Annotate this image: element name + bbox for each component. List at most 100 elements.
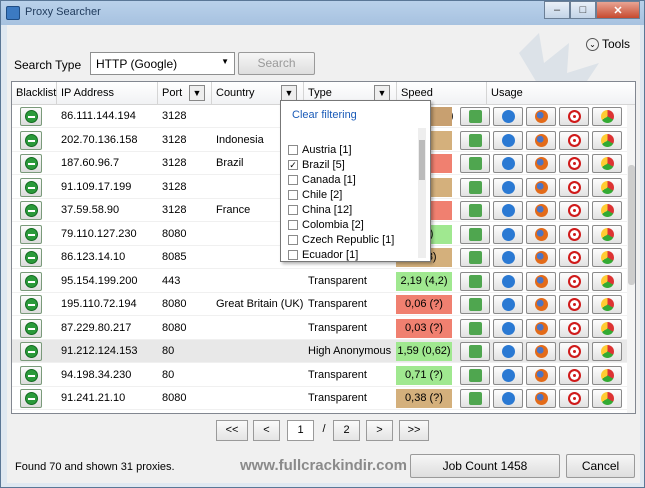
filter-option[interactable]: ✓ Brazil [5] — [288, 159, 345, 171]
blacklist-button[interactable] — [20, 342, 42, 361]
table-row[interactable]: 91.241.21.10 8080 Transparent 0,38 (?) — [12, 387, 632, 410]
port-filter-icon[interactable]: ▼ — [189, 85, 205, 101]
checkbox[interactable]: ✓ — [288, 160, 298, 170]
blacklist-button[interactable] — [20, 201, 42, 220]
opera-button[interactable] — [559, 177, 589, 197]
chrome-button[interactable] — [592, 295, 622, 314]
prev-page-button[interactable]: < — [253, 420, 280, 441]
firefox-button[interactable] — [526, 248, 556, 267]
refresh-button[interactable] — [460, 130, 490, 150]
last-page-button[interactable]: >> — [399, 420, 429, 441]
opera-button[interactable] — [559, 389, 589, 408]
refresh-button[interactable] — [460, 224, 490, 244]
table-row[interactable]: 195.110.72.194 8080 Great Britain (UK) Tran… — [12, 293, 632, 316]
filter-option[interactable]: Colombia [2] — [288, 219, 364, 231]
opera-button[interactable] — [559, 107, 589, 126]
blacklist-button[interactable] — [20, 248, 42, 267]
blacklist-button[interactable] — [20, 389, 42, 408]
firefox-button[interactable] — [526, 365, 556, 385]
chrome-button[interactable] — [592, 318, 622, 338]
current-page[interactable]: 1 — [287, 420, 314, 441]
blacklist-button[interactable] — [20, 130, 42, 150]
refresh-button[interactable] — [460, 201, 490, 220]
ie-button[interactable] — [493, 248, 523, 267]
firefox-button[interactable] — [526, 342, 556, 361]
table-row[interactable]: 87.229.80.217 8080 Transparent 0,03 (?) — [12, 317, 632, 340]
blacklist-button[interactable] — [20, 177, 42, 197]
blacklist-button[interactable] — [20, 154, 42, 173]
close-button[interactable]: ✕ — [596, 1, 640, 19]
opera-button[interactable] — [559, 130, 589, 150]
table-scrollbar[interactable] — [627, 105, 635, 413]
refresh-button[interactable] — [460, 389, 490, 408]
firefox-button[interactable] — [526, 271, 556, 291]
firefox-button[interactable] — [526, 224, 556, 244]
refresh-button[interactable] — [460, 107, 490, 126]
ie-button[interactable] — [493, 318, 523, 338]
popup-scrollbar[interactable] — [418, 128, 426, 258]
col-ip[interactable]: IP Address — [57, 82, 158, 105]
refresh-button[interactable] — [460, 271, 490, 291]
firefox-button[interactable] — [526, 201, 556, 220]
opera-button[interactable] — [559, 201, 589, 220]
country-filter-icon[interactable]: ▼ — [281, 85, 297, 101]
col-blacklist[interactable]: Blacklist — [12, 82, 57, 105]
checkbox[interactable] — [288, 220, 298, 230]
ie-button[interactable] — [493, 389, 523, 408]
next-page-button[interactable]: > — [366, 420, 393, 441]
chrome-button[interactable] — [592, 365, 622, 385]
chrome-button[interactable] — [592, 154, 622, 173]
filter-option[interactable]: Czech Republic [1] — [288, 234, 394, 246]
ie-button[interactable] — [493, 107, 523, 126]
search-type-select[interactable]: HTTP (Google) ▼ — [90, 52, 235, 75]
firefox-button[interactable] — [526, 130, 556, 150]
popup-scrollbar-thumb[interactable] — [419, 140, 425, 180]
blacklist-button[interactable] — [20, 365, 42, 385]
opera-button[interactable] — [559, 154, 589, 173]
filter-option[interactable]: Canada [1] — [288, 174, 356, 186]
opera-button[interactable] — [559, 365, 589, 385]
ie-button[interactable] — [493, 271, 523, 291]
filter-option[interactable]: Austria [1] — [288, 144, 352, 156]
firefox-button[interactable] — [526, 389, 556, 408]
opera-button[interactable] — [559, 248, 589, 267]
chrome-button[interactable] — [592, 389, 622, 408]
table-row[interactable]: 95.154.199.200 443 Transparent 2,19 (4,2) — [12, 270, 632, 293]
chrome-button[interactable] — [592, 107, 622, 126]
chrome-button[interactable] — [592, 224, 622, 244]
chrome-button[interactable] — [592, 271, 622, 291]
ie-button[interactable] — [493, 342, 523, 361]
chrome-button[interactable] — [592, 130, 622, 150]
firefox-button[interactable] — [526, 154, 556, 173]
checkbox[interactable] — [288, 145, 298, 155]
ie-button[interactable] — [493, 365, 523, 385]
filter-option[interactable]: China [12] — [288, 204, 352, 216]
opera-button[interactable] — [559, 295, 589, 314]
chrome-button[interactable] — [592, 201, 622, 220]
checkbox[interactable] — [288, 235, 298, 245]
cancel-button[interactable]: Cancel — [566, 454, 635, 478]
opera-button[interactable] — [559, 271, 589, 291]
refresh-button[interactable] — [460, 177, 490, 197]
table-row[interactable]: 94.198.34.230 80 Transparent 0,71 (?) — [12, 364, 632, 387]
filter-option[interactable]: Ecuador [1] — [288, 249, 358, 261]
minimize-button[interactable]: – — [544, 1, 570, 19]
refresh-button[interactable] — [460, 154, 490, 173]
filter-option[interactable]: Chile [2] — [288, 189, 342, 201]
refresh-button[interactable] — [460, 318, 490, 338]
tools-menu[interactable]: ⌄ Tools — [585, 37, 630, 51]
ie-button[interactable] — [493, 177, 523, 197]
maximize-button[interactable]: □ — [570, 1, 596, 19]
refresh-button[interactable] — [460, 295, 490, 314]
refresh-button[interactable] — [460, 248, 490, 267]
checkbox[interactable] — [288, 205, 298, 215]
blacklist-button[interactable] — [20, 107, 42, 126]
checkbox[interactable] — [288, 190, 298, 200]
clear-filter-link[interactable]: Clear filtering — [292, 109, 357, 121]
ie-button[interactable] — [493, 154, 523, 173]
scrollbar-thumb[interactable] — [628, 165, 635, 285]
blacklist-button[interactable] — [20, 271, 42, 291]
table-row[interactable]: 91.212.124.153 80 High Anonymous 1,59 (0,62… — [12, 340, 632, 363]
search-button[interactable]: Search — [238, 52, 315, 75]
checkbox[interactable] — [288, 175, 298, 185]
